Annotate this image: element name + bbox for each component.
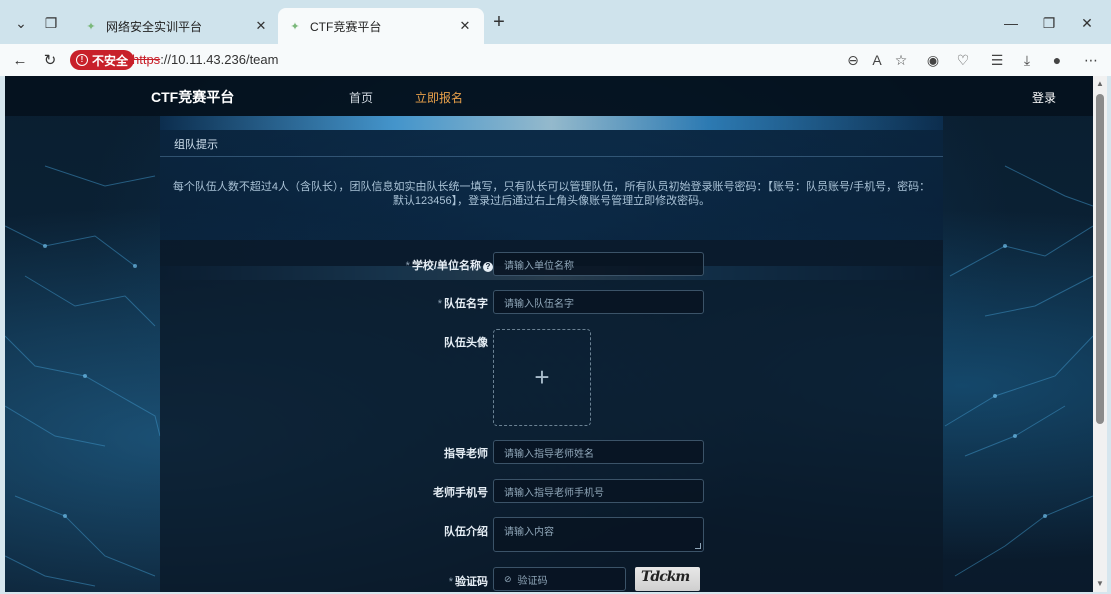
site-header: CTF竞赛平台 首页 立即报名 登录: [5, 76, 1093, 116]
tip-title: 组队提示: [174, 139, 218, 151]
banner-light-streak: [160, 116, 943, 130]
site-logo[interactable]: CTF竞赛平台: [151, 87, 234, 107]
school-input[interactable]: 请输入单位名称: [493, 252, 704, 276]
tab-close-icon[interactable]: ✕: [456, 17, 474, 35]
school-label: * 学校/单位名称?: [406, 257, 493, 273]
back-arrow-icon[interactable]: ←: [8, 48, 32, 72]
captcha-label: * 验证码: [448, 576, 488, 588]
teacher-input[interactable]: 请输入指导老师姓名: [493, 440, 704, 464]
teacher-label: 指导老师: [444, 448, 488, 460]
nav-home[interactable]: 首页: [349, 89, 373, 106]
tab-inactive[interactable]: ✦ 网络安全实训平台 ✕: [74, 8, 280, 44]
help-icon[interactable]: ?: [483, 262, 493, 272]
tip-divider: [160, 156, 943, 157]
favorites-list-icon[interactable]: ☰: [986, 49, 1008, 71]
restore-icon[interactable]: ❐: [1034, 10, 1064, 36]
workspaces-icon[interactable]: ❐: [38, 10, 64, 36]
team-form: * 学校/单位名称? 请输入单位名称 * 队伍名字 请输入队伍名字 队伍头像 + 指…: [160, 240, 943, 592]
plus-icon: +: [534, 362, 550, 392]
shield-icon: ⊘: [504, 573, 512, 584]
team-intro-label: 队伍介绍: [444, 526, 488, 538]
download-icon[interactable]: ⤓: [1016, 49, 1038, 71]
team-intro-textarea[interactable]: 请输入内容: [493, 517, 704, 552]
resize-handle-icon[interactable]: [695, 543, 701, 549]
extension-icon[interactable]: ◉: [922, 49, 944, 71]
scroll-thumb[interactable]: [1096, 94, 1104, 424]
warning-icon: !: [76, 54, 88, 66]
captcha-image[interactable]: Tdckm: [635, 567, 700, 591]
scroll-up-arrow-icon[interactable]: ▲: [1095, 79, 1105, 89]
close-window-icon[interactable]: ✕: [1072, 10, 1102, 36]
tab-title: 网络安全实训平台: [106, 19, 203, 34]
teacher-phone-input[interactable]: 请输入指导老师手机号: [493, 479, 704, 503]
security-badge[interactable]: ! 不安全: [70, 50, 135, 70]
site-favicon-icon: ✦: [290, 20, 300, 33]
more-menu-icon[interactable]: ⋯: [1080, 49, 1102, 71]
refresh-icon[interactable]: ↻: [38, 48, 62, 72]
team-name-input[interactable]: 请输入队伍名字: [493, 290, 704, 314]
zoom-icon[interactable]: ⊖: [842, 49, 864, 71]
captcha-input[interactable]: ⊘ 验证码: [493, 567, 626, 591]
tip-text: 每个队伍人数不超过4人（含队长），团队信息如实由队长统一填写，只有队长可以管理队…: [172, 181, 931, 207]
tab-active[interactable]: ✦ CTF竞赛平台 ✕: [278, 8, 484, 44]
url-protocol: https: [132, 52, 161, 67]
team-intro-placeholder: 请输入内容: [504, 527, 554, 538]
nav-register[interactable]: 立即报名: [415, 89, 463, 106]
browser-essentials-icon[interactable]: ♡: [952, 49, 974, 71]
url-field[interactable]: https://10.11.43.236/team: [132, 52, 278, 67]
page-viewport: CTF竞赛平台 首页 立即报名 登录 组队提示 每个队伍人数不超过4人（含队长）…: [5, 76, 1093, 592]
favorite-star-icon[interactable]: ☆: [890, 49, 912, 71]
login-link[interactable]: 登录: [1032, 89, 1056, 106]
team-avatar-label: 队伍头像: [444, 337, 488, 349]
new-tab-button[interactable]: +: [488, 12, 510, 34]
tab-title: CTF竞赛平台: [310, 19, 382, 34]
site-favicon-icon: ✦: [86, 20, 96, 33]
browser-tab-bar: ⌄ ❐ ✦ 网络安全实训平台 ✕ ✦ CTF竞赛平台 ✕ + — ❐ ✕: [0, 0, 1111, 44]
tab-actions-chevron-icon[interactable]: ⌄: [8, 10, 34, 36]
team-name-label: * 队伍名字: [437, 298, 488, 310]
page-scrollbar[interactable]: ▲ ▼: [1093, 76, 1107, 592]
scroll-down-arrow-icon[interactable]: ▼: [1095, 579, 1105, 589]
tab-close-icon[interactable]: ✕: [252, 17, 270, 35]
url-path: ://10.11.43.236/team: [160, 52, 279, 67]
address-bar: ← ↻ ! 不安全 https://10.11.43.236/team ⊖ A …: [0, 44, 1111, 76]
teacher-phone-label: 老师手机号: [433, 487, 488, 499]
profile-avatar-icon[interactable]: ●: [1046, 49, 1068, 71]
avatar-upload-box[interactable]: +: [493, 329, 591, 426]
read-aloud-icon[interactable]: A: [866, 49, 888, 71]
captcha-image-text: Tdckm: [641, 569, 690, 585]
security-label: 不安全: [92, 53, 129, 68]
minimize-icon[interactable]: —: [996, 10, 1026, 36]
